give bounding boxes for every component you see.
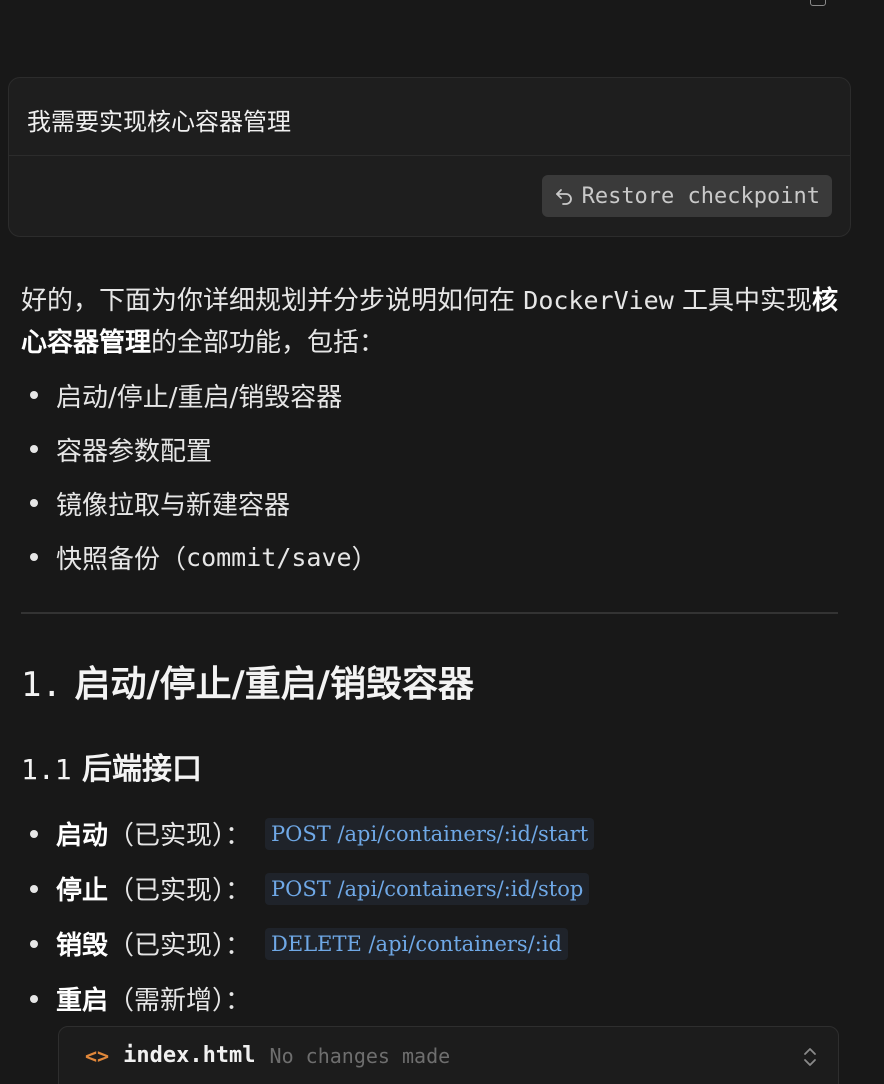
feature-list: 启动/停止/重启/销毁容器 容器参数配置 镜像拉取与新建容器 快照备份（ comm… bbox=[21, 368, 378, 584]
intro-code-term: DockerView bbox=[523, 286, 674, 315]
restore-checkpoint-label: Restore checkpoint bbox=[581, 183, 820, 209]
user-message-card: 我需要实现核心容器管理 Restore checkpoint bbox=[8, 77, 851, 237]
list-item: 销毁 （已实现）： DELETE /api/containers/:id bbox=[21, 916, 594, 971]
code-file-status: No changes made bbox=[269, 1043, 451, 1068]
bullet-icon bbox=[30, 445, 38, 453]
list-item: 镜像拉取与新建容器 bbox=[21, 476, 378, 530]
list-item: 启动 （已实现）： POST /api/containers/:id/start bbox=[21, 806, 595, 861]
bullet-icon bbox=[30, 553, 38, 561]
bullet-icon bbox=[30, 994, 38, 1003]
list-item: 停止 （已实现）： POST /api/containers/:id/stop bbox=[21, 861, 594, 916]
list-item: 重启 （需新增）： bbox=[21, 971, 594, 1026]
bullet-icon bbox=[30, 391, 38, 399]
list-item: 快照备份（ commit/save） bbox=[21, 530, 378, 584]
section-heading-1: 1. 启动/停止/重启/销毁容器 bbox=[21, 664, 474, 705]
assistant-intro: 好的，下面为你详细规划并分步说明如何在 DockerView 工具中实现核心容器… bbox=[21, 286, 839, 358]
api-endpoint-code: DELETE /api/containers/:id bbox=[265, 927, 568, 960]
user-message-text: 我需要实现核心容器管理 bbox=[9, 78, 850, 156]
expand-collapse-icon[interactable] bbox=[802, 1045, 818, 1073]
bullet-icon bbox=[30, 939, 38, 948]
list-item: 启动/停止/重启/销毁容器 bbox=[21, 368, 378, 422]
section-heading-1-1: 1.1 后端接口 bbox=[21, 752, 203, 787]
bullet-icon bbox=[30, 884, 38, 893]
api-endpoint-code: POST /api/containers/:id/stop bbox=[265, 872, 590, 905]
code-file-name: index.html bbox=[123, 1043, 256, 1068]
copy-icon[interactable] bbox=[810, 0, 826, 6]
bullet-icon bbox=[30, 829, 38, 838]
list-item: 容器参数配置 bbox=[21, 422, 378, 476]
section-divider bbox=[21, 612, 838, 614]
code-file-block[interactable]: <> index.html No changes made bbox=[58, 1026, 839, 1084]
undo-arrow-icon bbox=[554, 186, 574, 206]
bullet-icon bbox=[30, 499, 38, 507]
restore-checkpoint-button[interactable]: Restore checkpoint bbox=[541, 175, 832, 217]
api-list: 启动 （已实现）： POST /api/containers/:id/start 停… bbox=[21, 806, 595, 1026]
api-endpoint-code: POST /api/containers/:id/start bbox=[265, 817, 595, 850]
code-file-icon: <> bbox=[85, 1043, 110, 1068]
code-file-header: <> index.html No changes made bbox=[85, 1043, 450, 1068]
